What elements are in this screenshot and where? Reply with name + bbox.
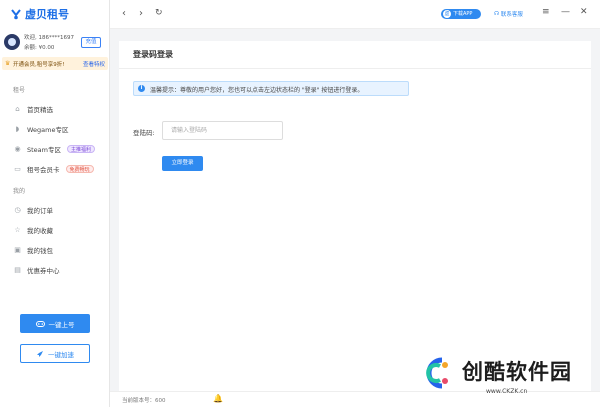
quick-login-label: 一键上号	[48, 320, 75, 329]
refresh-icon[interactable]: ↻	[155, 8, 163, 18]
info-icon: i	[138, 85, 145, 92]
main-content: 登录码登录 i 温馨提示：尊敬的用户您好，您也可以点击左边状态栏的 "登录" 按…	[110, 29, 600, 395]
support-label: 联系客服	[500, 12, 523, 18]
vip-banner-text: 开通会员,租号享9折!	[13, 62, 65, 68]
gamepad-icon	[35, 320, 45, 327]
login-code-input[interactable]	[162, 121, 283, 140]
bell-icon[interactable]: 🔔	[213, 394, 223, 403]
quick-boost-button[interactable]: 一键加速	[20, 344, 90, 363]
sidebar-item-label: 我的订单	[27, 207, 53, 215]
sidebar: 虚贝租号 欢迎, 186****1697 余额: ¥0.00 充值 ♛ 开通会员…	[0, 0, 110, 407]
steam-icon: ◉	[14, 144, 21, 153]
watermark: 创酷软件园 www.CKZK.cn	[410, 346, 600, 406]
watermark-logo-icon	[426, 357, 448, 389]
sidebar-item-home[interactable]: ⌂ 首页精选	[14, 103, 53, 115]
sidebar-item-label: Steam专区	[27, 146, 61, 154]
sidebar-item-wegame[interactable]: ◗ Wegame专区	[14, 123, 69, 135]
rocket-icon	[37, 350, 43, 357]
close-icon[interactable]: ✕	[580, 7, 588, 17]
user-balance: 余额: ¥0.00	[24, 45, 55, 51]
app-name: 虚贝租号	[25, 8, 69, 21]
download-app-label: 下载APP	[453, 11, 473, 17]
quick-login-button[interactable]: 一键上号	[20, 314, 90, 333]
headset-icon: ☊	[494, 11, 499, 17]
avatar[interactable]	[4, 34, 20, 50]
vip-privilege-link[interactable]: 查看特权	[83, 60, 105, 68]
section-title-rent: 租号	[13, 87, 26, 94]
user-info: 欢迎, 186****1697 余额: ¥0.00 充值	[4, 33, 106, 53]
quick-boost-label: 一键加速	[48, 350, 74, 359]
login-now-button[interactable]: 立即登录	[162, 156, 203, 171]
watermark-url: www.CKZK.cn	[486, 388, 528, 395]
recharge-button[interactable]: 充值	[81, 37, 101, 48]
vip-banner[interactable]: ♛ 开通会员,租号享9折! 查看特权	[2, 57, 108, 70]
wegame-icon: ◗	[15, 124, 20, 133]
download-app-button[interactable]: 虚 下载APP	[441, 9, 481, 19]
version-text: 当前版本号：600	[122, 398, 166, 404]
support-link[interactable]: ☊ 联系客服	[494, 10, 523, 18]
sidebar-item-label: 租号会员卡	[27, 166, 60, 174]
user-phone: 欢迎, 186****1697	[24, 35, 74, 41]
login-code-panel: 登录码登录 i 温馨提示：尊敬的用户您好，您也可以点击左边状态栏的 "登录" 按…	[119, 41, 591, 395]
minimize-icon[interactable]: —	[561, 7, 570, 17]
page-title: 登录码登录	[133, 50, 173, 59]
app-icon: 虚	[443, 10, 451, 18]
sidebar-item-orders[interactable]: ◷ 我的订单	[14, 204, 53, 216]
free-tag: 免费畅玩	[65, 165, 94, 173]
crown-icon: ♛	[5, 60, 11, 67]
section-title-mine: 我的	[13, 188, 26, 195]
menu-icon[interactable]: ≡	[542, 7, 550, 17]
back-icon[interactable]: ‹	[122, 8, 126, 19]
notice-text: 温馨提示：尊敬的用户您好，您也可以点击左边状态栏的 "登录" 按钮进行登录。	[150, 87, 364, 94]
sidebar-item-wallet[interactable]: ▣ 我的钱包	[14, 244, 53, 256]
forward-icon[interactable]: ›	[139, 8, 143, 19]
wallet-icon: ▣	[14, 245, 21, 254]
login-code-label: 登陆码:	[133, 129, 155, 137]
sidebar-item-label: 首页精选	[27, 106, 53, 114]
order-icon: ◷	[14, 205, 21, 214]
notice-box: i 温馨提示：尊敬的用户您好，您也可以点击左边状态栏的 "登录" 按钮进行登录。	[133, 81, 409, 96]
sidebar-item-coupons[interactable]: ▤ 优惠券中心	[14, 264, 60, 276]
divider	[119, 68, 591, 69]
coupon-icon: ▤	[14, 265, 21, 274]
sidebar-item-favorites[interactable]: ☆ 我的收藏	[14, 224, 53, 236]
top-bar: ‹ › ↻ 虚 下载APP ☊ 联系客服 ≡ — ✕	[110, 0, 600, 29]
promo-tag: 主推福利	[67, 145, 96, 153]
sidebar-item-steam[interactable]: ◉ Steam专区 主推福利	[14, 143, 96, 155]
home-icon: ⌂	[15, 104, 20, 113]
sidebar-item-label: 优惠券中心	[27, 267, 60, 275]
sidebar-item-vip-card[interactable]: ▭ 租号会员卡 免费畅玩	[14, 163, 94, 175]
logo-mark-icon	[11, 9, 21, 20]
favorite-icon: ☆	[14, 225, 21, 234]
sidebar-item-label: 我的钱包	[27, 247, 53, 255]
sidebar-item-label: 我的收藏	[27, 227, 53, 235]
app-logo[interactable]: 虚贝租号	[10, 6, 69, 22]
vip-card-icon: ▭	[14, 164, 21, 173]
watermark-name: 创酷软件园	[462, 360, 572, 384]
sidebar-item-label: Wegame专区	[27, 126, 69, 134]
